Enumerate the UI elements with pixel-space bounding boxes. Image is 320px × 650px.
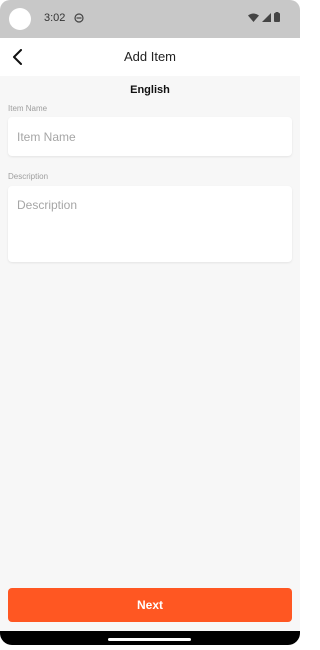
next-button[interactable]: Next — [8, 588, 292, 622]
status-icons — [248, 12, 280, 22]
description-label: Description — [8, 172, 49, 181]
notification-icon — [74, 13, 84, 23]
form-content: English Item Name Description Next — [0, 76, 300, 631]
language-label: English — [130, 84, 170, 96]
camera-cutout — [9, 8, 31, 30]
battery-icon — [274, 12, 280, 22]
status-time: 3:02 — [44, 12, 66, 24]
gesture-nav-area — [0, 631, 300, 650]
status-bar: 3:02 — [0, 0, 300, 38]
home-gesture-handle[interactable] — [108, 638, 191, 641]
item-name-label: Item Name — [8, 104, 48, 113]
description-input[interactable] — [8, 186, 292, 262]
wifi-icon — [248, 13, 259, 22]
app-bar: Add Item — [0, 38, 300, 76]
page-title: Add Item — [123, 49, 177, 64]
item-name-input[interactable] — [8, 117, 292, 156]
device-screen: 3:02 Add Item English Item Name Item Nam… — [0, 0, 300, 650]
description-field-container — [8, 186, 292, 262]
signal-icon — [262, 12, 271, 22]
item-name-field-container — [8, 117, 292, 156]
